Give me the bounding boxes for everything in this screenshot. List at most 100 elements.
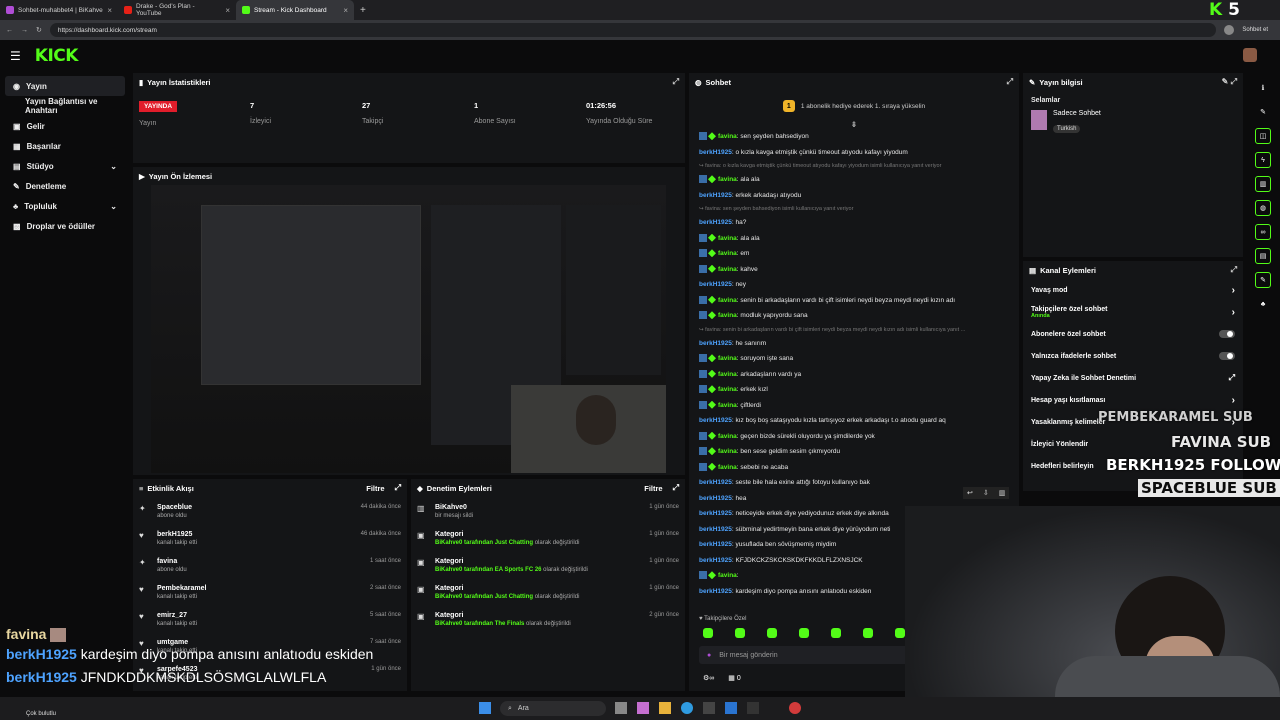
emote-icon[interactable]: [895, 628, 905, 638]
reply-icon[interactable]: ↩: [967, 489, 973, 497]
trash-icon[interactable]: ▥: [1255, 176, 1271, 192]
filter-button[interactable]: Filtre: [644, 484, 662, 493]
copilot-icon[interactable]: [637, 702, 649, 714]
close-tab-icon[interactable]: ×: [343, 6, 348, 15]
mail-icon[interactable]: [725, 702, 737, 714]
store-icon[interactable]: [703, 702, 715, 714]
chat-message[interactable]: berkH1925: o kızla kavga etmiştik çünkü …: [689, 145, 1019, 161]
steam-icon[interactable]: [747, 702, 759, 714]
chevron-right-icon[interactable]: ›: [1232, 307, 1235, 318]
chat-username[interactable]: favina: [718, 371, 737, 378]
chat-message[interactable]: favina: em: [689, 246, 1019, 262]
expand-icon[interactable]: ⤢: [673, 483, 679, 493]
start-icon[interactable]: [479, 702, 491, 714]
layout-icon[interactable]: ▤: [1255, 248, 1271, 264]
emote-icon[interactable]: [799, 628, 809, 638]
moderation-item[interactable]: ▣ Kategori BiKahve0 tarafından Just Chatti…: [411, 528, 685, 555]
screenshot-icon[interactable]: ◫: [1255, 128, 1271, 144]
chat-username[interactable]: favina: [718, 402, 737, 409]
close-tab-icon[interactable]: ×: [107, 6, 112, 15]
browser-tab[interactable]: Drake - God's Plan - YouTube ×: [118, 0, 236, 20]
browser-tab-active[interactable]: Stream - Kick Dashboard ×: [236, 0, 354, 20]
chat-username[interactable]: favina: [718, 448, 737, 455]
stream-preview-video[interactable]: [151, 185, 666, 473]
pin-icon[interactable]: ⇟: [689, 121, 1019, 129]
back-icon[interactable]: ←: [6, 27, 13, 34]
emote-icon[interactable]: [863, 628, 873, 638]
sidebar-item-stream[interactable]: ◉ Yayın: [5, 76, 125, 96]
chat-message[interactable]: favina: sen şeyden bahsediyon: [689, 129, 1019, 145]
kick-logo[interactable]: KICK: [35, 46, 79, 66]
chat-message[interactable]: favina: soruyom işte sana: [689, 351, 1019, 367]
channel-action-row[interactable]: Hesap yaşı kısıtlaması ›: [1023, 389, 1243, 411]
community-icon[interactable]: ♣: [1255, 296, 1271, 312]
edge-icon[interactable]: [681, 702, 693, 714]
sidebar-item-achievements[interactable]: ▦ Başarılar: [5, 136, 125, 156]
user-avatar[interactable]: [1243, 48, 1257, 62]
activity-item[interactable]: ✦ Spaceblue abone oldu 44 dakika önce: [133, 501, 407, 528]
chat-username[interactable]: favina: [718, 133, 737, 140]
chat-username[interactable]: berkH1925: [699, 417, 732, 424]
moderation-item[interactable]: ▣ Kategori BiKahve0 tarafından EA Sports F…: [411, 555, 685, 582]
sidebar-item-studio[interactable]: ▤ Stüdyo ⌄: [5, 156, 125, 176]
profile-avatar[interactable]: [1224, 25, 1235, 35]
expand-icon[interactable]: ⤢: [1007, 77, 1013, 87]
emote-icon[interactable]: [767, 628, 777, 638]
delete-icon[interactable]: ▥: [999, 489, 1006, 497]
toggle-switch[interactable]: [1219, 330, 1235, 338]
gift-icon[interactable]: ▦ 0: [728, 674, 740, 682]
chat-username[interactable]: favina: [718, 297, 737, 304]
activity-item[interactable]: ♥ Pembekaramel kanalı takip etti 2 saat önc…: [133, 582, 407, 609]
new-tab-icon[interactable]: +: [360, 5, 366, 16]
chat-username[interactable]: favina: [718, 176, 737, 183]
lightning-icon[interactable]: ϟ: [1255, 152, 1271, 168]
chat-username[interactable]: berkH1925: [699, 192, 732, 199]
channel-action-row[interactable]: Takipçilere özel sohbet Anında ›: [1023, 301, 1243, 323]
chat-username[interactable]: berkH1925: [699, 557, 732, 564]
moderation-item[interactable]: ▥ BiKahve0 bir mesajı sildi 1 gün önce: [411, 501, 685, 528]
task-view-icon[interactable]: [615, 702, 627, 714]
forward-icon[interactable]: →: [21, 27, 28, 34]
chat-message[interactable]: favina: sebebi ne acaba: [689, 460, 1019, 476]
chat-username[interactable]: berkH1925: [699, 149, 732, 156]
chat-username[interactable]: berkH1925: [699, 495, 732, 502]
settings-icon[interactable]: ⚙∞: [703, 674, 714, 682]
link-icon[interactable]: ∞: [1255, 224, 1271, 240]
chat-message[interactable]: berkH1925: he sanırım: [689, 336, 1019, 352]
channel-action-row[interactable]: Yavaş mod ›: [1023, 279, 1243, 301]
chat-username[interactable]: berkH1925: [699, 219, 732, 226]
sidebar-item-moderation[interactable]: ✎ Denetleme: [5, 176, 125, 196]
chat-message[interactable]: berkH1925: erkek arkadaşı atıyodu: [689, 188, 1019, 204]
reload-icon[interactable]: ↻: [36, 26, 42, 34]
browser-tab[interactable]: Sohbet-muhabbet4 | BiKahve ×: [0, 0, 118, 20]
profile-label[interactable]: Sohbet et: [1242, 27, 1268, 33]
channel-action-row[interactable]: Yalnızca ifadelerle sohbet: [1023, 345, 1243, 367]
sidebar-item-community[interactable]: ♣ Topluluk ⌄: [5, 196, 125, 216]
filter-button[interactable]: Filtre: [366, 484, 384, 493]
toggle-switch[interactable]: [1219, 352, 1235, 360]
chat-message[interactable]: favina: geçen bizde sürekli oluyordu ya …: [689, 429, 1019, 445]
chat-username[interactable]: berkH1925: [699, 510, 732, 517]
expand-icon[interactable]: ⤢: [673, 77, 679, 87]
chat-message[interactable]: berkH1925: ha?: [689, 215, 1019, 231]
obs-icon[interactable]: [789, 702, 801, 714]
channel-action-row[interactable]: Abonelere özel sohbet: [1023, 323, 1243, 345]
chat-message[interactable]: berkH1925: ney: [689, 277, 1019, 293]
activity-item[interactable]: ✦ favina abone oldu 1 saat önce: [133, 555, 407, 582]
chat-username[interactable]: favina: [718, 355, 737, 362]
expand-icon[interactable]: ✎ ⤢: [1222, 77, 1237, 87]
emote-icon[interactable]: [735, 628, 745, 638]
chat-username[interactable]: favina: [718, 266, 737, 273]
file-explorer-icon[interactable]: [659, 702, 671, 714]
sidebar-item-revenue[interactable]: ▣ Gelir: [5, 116, 125, 136]
sidebar-item-drops[interactable]: ▩ Droplar ve ödüller: [5, 216, 125, 236]
chat-icon[interactable]: ◍: [1255, 200, 1271, 216]
close-tab-icon[interactable]: ×: [225, 6, 230, 15]
pin-message-icon[interactable]: ⇩: [983, 489, 989, 497]
chat-message[interactable]: favina: arkadaşların vardı ya: [689, 367, 1019, 383]
info-icon[interactable]: ℹ: [1255, 80, 1271, 96]
emote-picker-icon[interactable]: ●: [707, 652, 711, 659]
chat-message[interactable]: favina: çiftlerdi: [689, 398, 1019, 414]
expand-icon[interactable]: ⤢: [395, 483, 401, 493]
chat-message[interactable]: favina: senin bi arkadaşların vardı bi ç…: [689, 293, 1019, 309]
